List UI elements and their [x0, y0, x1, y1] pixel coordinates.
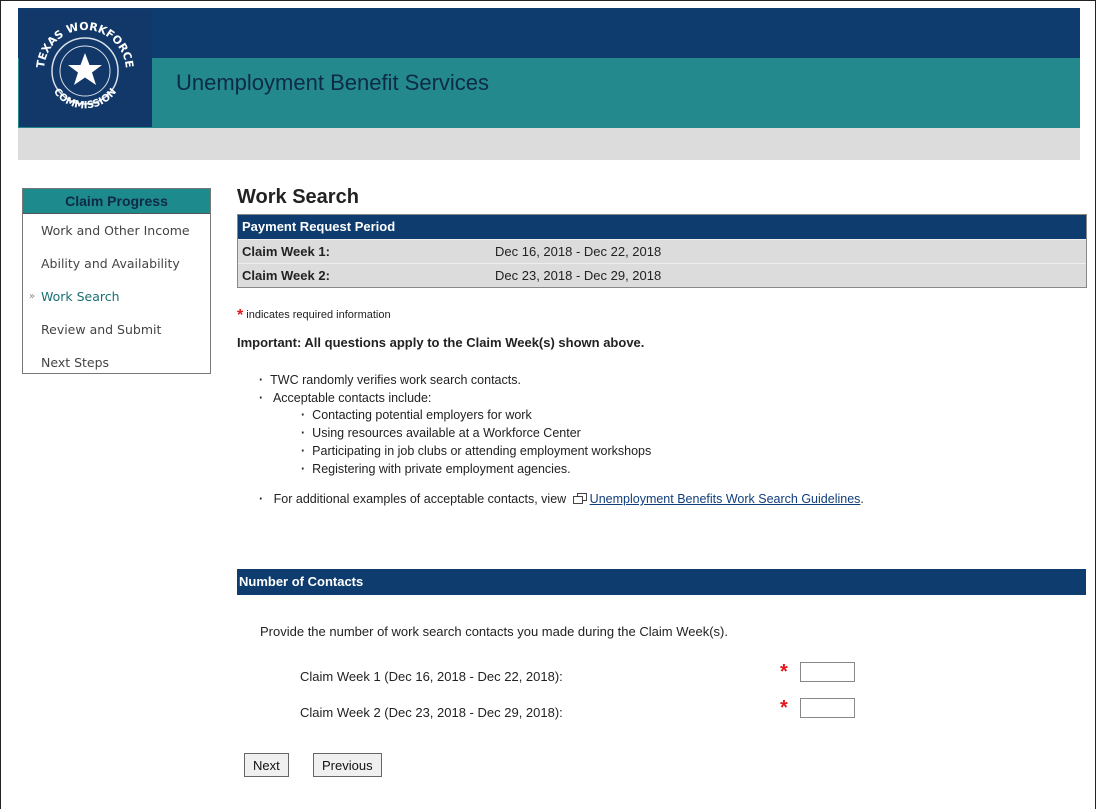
work-search-info-list: TWC randomly verifies work search contac…	[259, 373, 1087, 506]
header-top-band	[18, 8, 1080, 58]
sidebar-title: Claim Progress	[23, 189, 210, 214]
list-item: Registering with private employment agen…	[301, 462, 1087, 476]
required-note: * indicates required information	[237, 307, 1087, 325]
list-item: Contacting potential employers for work	[301, 408, 1087, 422]
svg-text:COMMISSION: COMMISSION	[51, 87, 119, 112]
claim-week-1-label: Claim Week 1 (Dec 16, 2018 - Dec 22, 201…	[300, 669, 563, 684]
next-button[interactable]: Next	[244, 753, 289, 777]
period-row-label: Claim Week 2:	[242, 268, 330, 283]
period-row: Claim Week 2: Dec 23, 2018 - Dec 29, 201…	[238, 263, 1086, 287]
number-of-contacts-heading: Number of Contacts	[237, 569, 1086, 595]
required-star-icon: *	[780, 697, 788, 719]
current-step-icon: »	[29, 291, 36, 302]
page-title: Work Search	[237, 186, 359, 208]
acceptable-contacts-list: Contacting potential employers for work …	[301, 408, 1087, 476]
app-title: Unemployment Benefit Services	[176, 70, 490, 95]
twc-logo: TEXAS WORKFORCE COMMISSION	[19, 9, 152, 127]
list-item: Participating in job clubs or attending …	[301, 444, 1087, 458]
period-heading: Payment Request Period	[238, 215, 1086, 239]
sidebar-item-work-and-other-income: Work and Other Income	[41, 223, 190, 238]
list-item: Acceptable contacts include: Contacting …	[259, 391, 1087, 476]
claim-progress-sidebar: Claim Progress Work and Other Income Abi…	[22, 188, 211, 374]
contacts-prompt: Provide the number of work search contac…	[260, 624, 728, 639]
list-item-text: Acceptable contacts include:	[272, 391, 432, 405]
required-star-icon: *	[780, 661, 788, 683]
list-item: For additional examples of acceptable co…	[259, 492, 1087, 506]
sidebar-item-ability-and-availability: Ability and Availability	[41, 256, 180, 271]
list-item: TWC randomly verifies work search contac…	[259, 373, 1087, 387]
required-note-text: indicates required information	[246, 309, 391, 321]
required-star-icon: *	[237, 307, 244, 324]
sidebar-item-review-and-submit: Review and Submit	[41, 322, 162, 337]
claim-week-2-label: Claim Week 2 (Dec 23, 2018 - Dec 29, 201…	[300, 705, 563, 720]
sidebar-item-label: Work Search	[41, 289, 120, 304]
payment-request-period: Payment Request Period Claim Week 1: Dec…	[237, 214, 1087, 288]
header-gray-strip	[18, 128, 1080, 160]
important-notice: Important: All questions apply to the Cl…	[237, 335, 645, 350]
list-item: Using resources available at a Workforce…	[301, 426, 1087, 440]
work-search-guidelines-link[interactable]: Unemployment Benefits Work Search Guidel…	[590, 492, 861, 506]
claim-week-2-contacts-input[interactable]	[800, 698, 855, 718]
sidebar-item-work-search: » Work Search	[23, 280, 210, 313]
sidebar-item-next-steps: Next Steps	[41, 355, 110, 370]
claim-week-1-contacts-input[interactable]	[800, 662, 855, 682]
period-row-label: Claim Week 1:	[242, 244, 330, 259]
list-item-text: For additional examples of acceptable co…	[273, 492, 567, 506]
period-row-value: Dec 16, 2018 - Dec 22, 2018	[495, 244, 662, 259]
external-window-icon	[572, 493, 587, 504]
main-content: Work Search Payment Request Period Claim…	[237, 186, 1087, 510]
twc-seal-icon: TEXAS WORKFORCE COMMISSION	[34, 20, 136, 112]
period-row-value: Dec 23, 2018 - Dec 29, 2018	[495, 268, 662, 283]
period-row: Claim Week 1: Dec 16, 2018 - Dec 22, 201…	[238, 239, 1086, 263]
list-item-suffix: .	[860, 492, 864, 506]
previous-button[interactable]: Previous	[313, 753, 382, 777]
